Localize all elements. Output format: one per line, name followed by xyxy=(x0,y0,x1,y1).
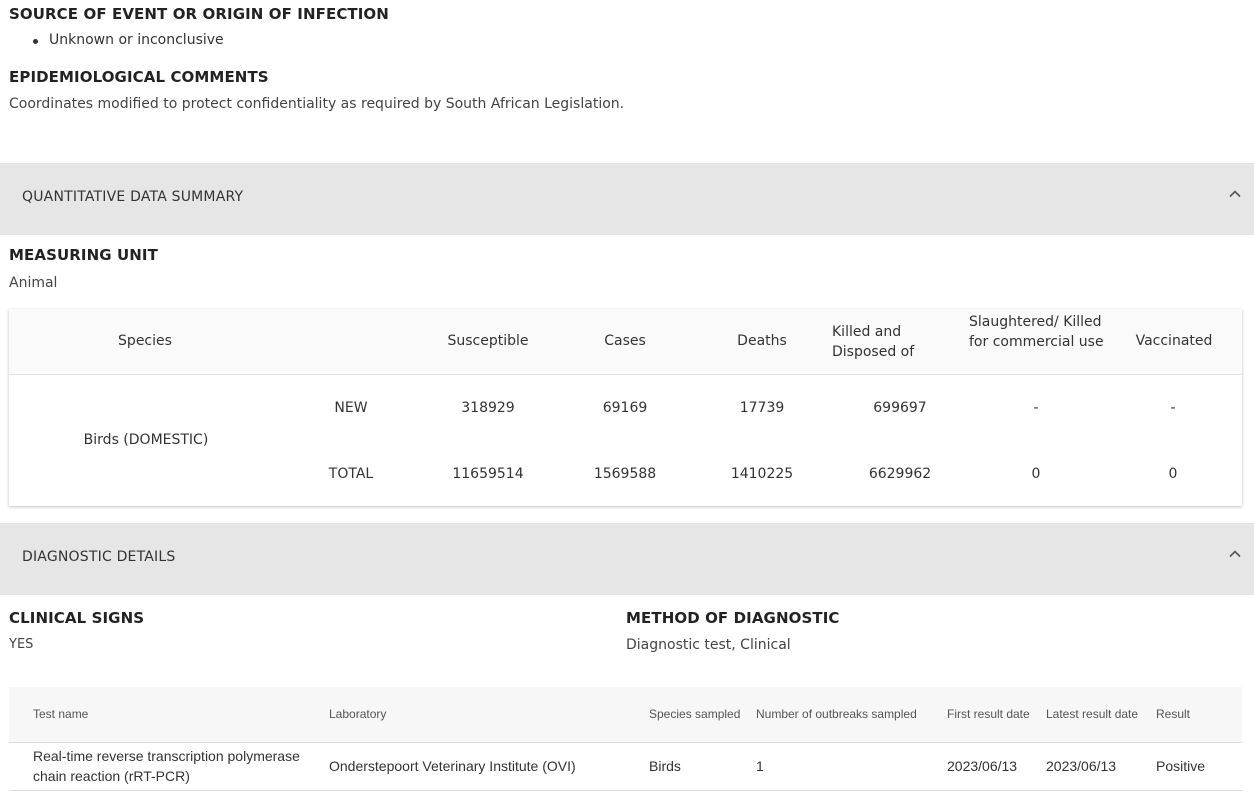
quantitative-table: Species Susceptible Cases Deaths Killed … xyxy=(9,309,1242,506)
diagnostic-table-header: Test name Laboratory Species sampled Num… xyxy=(9,687,1242,743)
cell-vaccinated: - xyxy=(1170,400,1176,416)
cell-cases: 69169 xyxy=(602,400,648,416)
header-susceptible: Susceptible xyxy=(447,333,529,349)
source-item: Unknown or inconclusive xyxy=(49,32,224,48)
diagnostic-details-label: DIAGNOSTIC DETAILS xyxy=(22,549,176,565)
cell-susceptible: 11659514 xyxy=(452,466,524,482)
header-latest-result-date: Latest result date xyxy=(1046,707,1139,721)
cell-slaughtered: 0 xyxy=(1031,466,1041,482)
cell-latest-result-date: 2023/06/13 xyxy=(1046,758,1117,774)
cell-slaughtered: - xyxy=(1033,400,1039,416)
measuring-unit-title: MEASURING UNIT xyxy=(9,246,158,264)
header-laboratory: Laboratory xyxy=(329,707,387,721)
method-of-diagnostic-title: METHOD OF DIAGNOSTIC xyxy=(626,609,840,627)
clinical-signs-value: YES xyxy=(9,637,34,652)
header-test-name: Test name xyxy=(33,707,89,721)
epidemiological-comments-title: EPIDEMIOLOGICAL COMMENTS xyxy=(9,68,269,86)
cell-species-sampled: Birds xyxy=(649,758,681,774)
bullet-icon xyxy=(33,39,38,44)
cell-deaths: 1410225 xyxy=(730,466,794,482)
quantitative-summary-label: QUANTITATIVE DATA SUMMARY xyxy=(22,189,244,205)
row-label: NEW xyxy=(334,400,368,416)
header-deaths: Deaths xyxy=(737,333,787,349)
method-of-diagnostic-value: Diagnostic test, Clinical xyxy=(626,637,791,653)
cell-susceptible: 318929 xyxy=(461,400,515,416)
measuring-unit-value: Animal xyxy=(9,275,58,291)
header-result: Result xyxy=(1156,707,1191,721)
cell-killed: 699697 xyxy=(873,400,927,416)
cell-first-result-date: 2023/06/13 xyxy=(947,758,1018,774)
quantitative-summary-panel-header[interactable]: QUANTITATIVE DATA SUMMARY xyxy=(0,163,1254,235)
cell-result: Positive xyxy=(1156,758,1206,774)
source-of-event-title: SOURCE OF EVENT OR ORIGIN OF INFECTION xyxy=(9,5,389,23)
header-cases: Cases xyxy=(604,333,646,349)
quantitative-table-header: Species Susceptible Cases Deaths Killed … xyxy=(9,309,1242,375)
cell-test-name: Real-time reverse transcription polymera… xyxy=(33,748,300,784)
header-slaughtered: Slaughtered/ Killed for commercial use xyxy=(969,314,1104,350)
species-name: Birds (DOMESTIC) xyxy=(83,432,209,448)
diagnostic-table: Test name Laboratory Species sampled Num… xyxy=(9,687,1242,792)
table-row: Real-time reverse transcription polymera… xyxy=(9,743,1242,791)
header-outbreaks-sampled: Number of outbreaks sampled xyxy=(756,707,917,721)
epidemiological-comments-text: Coordinates modified to protect confiden… xyxy=(9,96,625,112)
cell-outbreaks-sampled: 1 xyxy=(756,758,764,774)
header-species-sampled: Species sampled xyxy=(649,707,741,721)
cell-vaccinated: 0 xyxy=(1168,466,1178,482)
clinical-signs-title: CLINICAL SIGNS xyxy=(9,609,145,627)
cell-killed: 6629962 xyxy=(868,466,932,482)
cell-laboratory: Onderstepoort Veterinary Institute (OVI) xyxy=(329,758,576,774)
source-list: Unknown or inconclusive xyxy=(33,32,224,48)
row-label: TOTAL xyxy=(328,466,374,482)
cell-cases: 1569588 xyxy=(593,466,657,482)
header-first-result-date: First result date xyxy=(947,707,1030,721)
diagnostic-details-panel-header[interactable]: DIAGNOSTIC DETAILS xyxy=(0,523,1254,595)
header-species: Species xyxy=(118,333,172,349)
header-vaccinated: Vaccinated xyxy=(1135,333,1213,349)
cell-deaths: 17739 xyxy=(739,400,785,416)
header-killed-disposed: Killed and Disposed of xyxy=(832,324,915,360)
chevron-up-icon[interactable] xyxy=(1228,187,1242,201)
chevron-up-icon[interactable] xyxy=(1228,547,1242,561)
